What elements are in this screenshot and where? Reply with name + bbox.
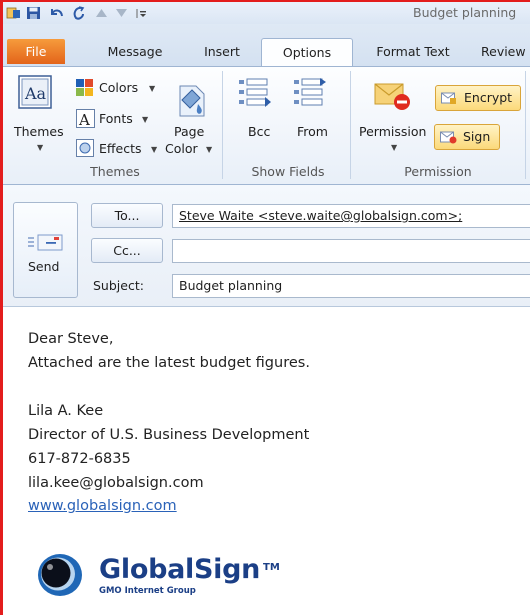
permission-group-label: Permission — [404, 164, 472, 179]
save-icon[interactable] — [26, 6, 41, 20]
chevron-down-icon: ▼ — [151, 145, 158, 154]
title-bar: Budget planning — [3, 2, 530, 24]
effects-label: Effects — [99, 141, 142, 156]
bcc-label: Bcc — [248, 124, 271, 139]
window-title: Budget planning — [413, 5, 517, 20]
page-color-label-line1: Page — [174, 124, 205, 139]
tab-insert[interactable]: Insert — [189, 38, 255, 65]
themes-label: Themes — [14, 124, 64, 139]
fonts-label: Fonts — [99, 111, 133, 126]
signature-website-link[interactable]: www.globalsign.com — [28, 498, 177, 514]
effects-icon — [76, 139, 94, 157]
send-label: Send — [28, 259, 60, 274]
subject-label: Subject: — [93, 278, 144, 293]
signature-name: Lila A. Kee — [28, 403, 104, 419]
encrypt-label: Encrypt — [464, 90, 513, 105]
compose-header: Send To... Steve Waite <steve.waite@glob… — [3, 185, 530, 307]
tab-file[interactable]: File — [7, 39, 65, 64]
redo-icon[interactable] — [71, 6, 86, 20]
tab-review[interactable]: Review — [481, 38, 530, 65]
outlook-compose-window: Budget planning File Message Insert Opti… — [0, 0, 530, 615]
chevron-down-icon: ▼ — [391, 143, 398, 152]
page-color-icon — [179, 85, 205, 117]
signature-envelope-icon — [440, 131, 457, 144]
to-field[interactable]: Steve Waite <steve.waite@globalsign.com>… — [172, 204, 530, 228]
ribbon-tab-row: File Message Insert Options Format Text … — [3, 24, 530, 67]
previous-item-icon[interactable] — [94, 6, 109, 20]
signature-title: Director of U.S. Business Development — [28, 427, 310, 443]
signature-phone: 617-872-6835 — [28, 451, 131, 467]
greeting-text: Dear Steve, — [28, 331, 114, 347]
cc-field[interactable] — [172, 239, 530, 263]
to-button[interactable]: To... — [91, 203, 163, 228]
lock-envelope-icon — [441, 92, 456, 104]
tab-format-text[interactable]: Format Text — [361, 38, 465, 65]
chevron-down-icon: ▼ — [149, 84, 156, 93]
chevron-down-icon: ▼ — [37, 143, 44, 152]
undo-icon[interactable] — [49, 6, 64, 20]
outlook-app-icon[interactable] — [6, 6, 21, 20]
colors-icon — [76, 79, 93, 96]
logo-wordmark: GlobalSign — [99, 554, 261, 585]
page-color-label-line2: Color — [165, 141, 198, 156]
globalsign-logo-icon — [38, 554, 82, 596]
sign-label: Sign — [463, 129, 491, 144]
chevron-down-icon: ▼ — [206, 145, 213, 154]
group-divider — [350, 71, 351, 179]
send-envelope-icon — [28, 234, 63, 251]
message-body[interactable]: Dear Steve, Attached are the latest budg… — [3, 308, 530, 615]
colors-label: Colors — [99, 80, 139, 95]
from-icon — [294, 78, 326, 106]
ribbon-options: Aa Themes ▼ Colors ▼ A Fonts ▼ Effects ▼… — [3, 66, 530, 185]
group-divider — [525, 71, 526, 179]
themes-group-label: Themes — [90, 164, 140, 179]
send-button[interactable]: Send — [13, 202, 78, 298]
customize-toolbar-icon[interactable] — [134, 6, 149, 20]
permission-label: Permission — [359, 124, 427, 139]
next-item-icon[interactable] — [114, 6, 129, 20]
svg-text:Aa: Aa — [24, 84, 47, 103]
from-label: From — [297, 124, 328, 139]
permission-icon — [374, 83, 410, 110]
logo-subtitle: GMO Internet Group — [99, 586, 196, 596]
body-text: Attached are the latest budget figures. — [28, 355, 310, 371]
show-fields-group-label: Show Fields — [251, 164, 325, 179]
group-divider — [222, 71, 223, 179]
subject-field[interactable]: Budget planning — [172, 274, 530, 298]
chevron-down-icon: ▼ — [142, 115, 149, 124]
cc-button[interactable]: Cc... — [91, 238, 163, 263]
encrypt-button[interactable]: Encrypt — [435, 85, 521, 111]
tab-options[interactable]: Options — [261, 38, 353, 67]
fonts-icon: A — [76, 109, 95, 128]
to-recipient[interactable]: Steve Waite <steve.waite@globalsign.com>… — [179, 208, 462, 223]
signature-email: lila.kee@globalsign.com — [28, 475, 204, 491]
themes-icon: Aa — [18, 75, 52, 109]
tab-message[interactable]: Message — [95, 38, 175, 65]
logo-trademark: TM — [263, 562, 280, 573]
svg-text:A: A — [78, 111, 90, 128]
bcc-icon — [239, 78, 271, 107]
sign-button[interactable]: Sign — [434, 124, 500, 150]
